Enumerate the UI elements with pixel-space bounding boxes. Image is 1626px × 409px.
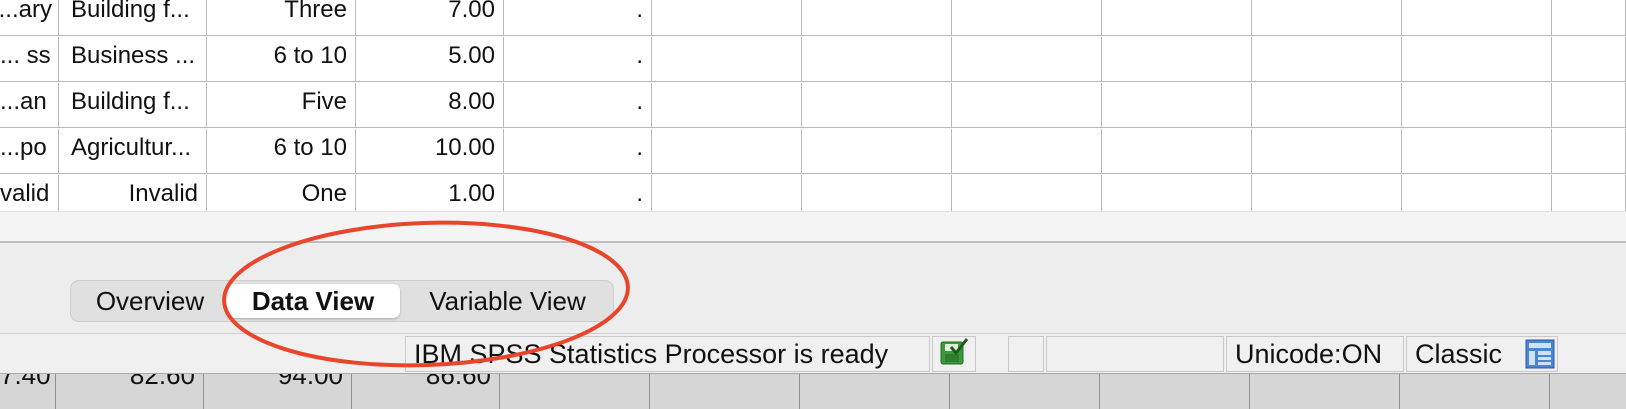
display-mode-label: Classic bbox=[1415, 339, 1503, 369]
grid-cell[interactable] bbox=[652, 37, 802, 82]
table-row[interactable]: valid Invalid One 1.00 . bbox=[0, 175, 1626, 211]
tab-overview[interactable]: Overview bbox=[79, 284, 221, 318]
pane-splitter[interactable] bbox=[0, 211, 1626, 243]
grid-cell[interactable]: Three bbox=[207, 0, 356, 36]
grid-cell[interactable] bbox=[1102, 37, 1252, 82]
grid-cell[interactable] bbox=[952, 129, 1102, 174]
grid-cell[interactable]: Building f... bbox=[59, 83, 207, 128]
summary-cell bbox=[500, 374, 650, 409]
grid-cell[interactable]: Business ... bbox=[59, 37, 207, 82]
grid-cell[interactable]: Agricultur... bbox=[59, 129, 207, 174]
summary-cell: 7.40 bbox=[0, 374, 56, 409]
summary-row: 7.40 82.60 94.00 86.60 bbox=[0, 373, 1626, 409]
grid-cell[interactable] bbox=[1252, 129, 1402, 174]
grid-cell[interactable]: Invalid bbox=[59, 175, 207, 211]
grid-layout-icon bbox=[1525, 339, 1555, 369]
table-row[interactable]: an... Building f... Five 8.00 . bbox=[0, 83, 1626, 129]
status-cell-empty bbox=[1008, 336, 1044, 372]
grid-cell[interactable] bbox=[1252, 83, 1402, 128]
grid-cell[interactable]: 8.00 bbox=[356, 83, 504, 128]
table-row[interactable]: ss ... Business ... 6 to 10 5.00 . bbox=[0, 37, 1626, 83]
grid-cell[interactable]: 5.00 bbox=[356, 37, 504, 82]
summary-cell bbox=[650, 374, 800, 409]
grid-cell[interactable]: po... bbox=[0, 129, 59, 174]
summary-cell bbox=[1250, 374, 1400, 409]
grid-cell[interactable] bbox=[802, 37, 952, 82]
grid-cell[interactable]: . bbox=[504, 129, 652, 174]
display-mode-status[interactable]: Classic bbox=[1406, 336, 1558, 372]
summary-cell bbox=[950, 374, 1100, 409]
table-row[interactable]: ary... Building f... Three 7.00 . bbox=[0, 0, 1626, 37]
grid-cell[interactable]: 7.00 bbox=[356, 0, 504, 36]
grid-cell[interactable]: . bbox=[504, 0, 652, 36]
summary-cell bbox=[800, 374, 950, 409]
grid-cell[interactable] bbox=[1402, 175, 1552, 211]
grid-cell[interactable]: 6 to 10 bbox=[207, 129, 356, 174]
grid-cell[interactable] bbox=[802, 129, 952, 174]
summary-cell: 94.00 bbox=[204, 374, 352, 409]
grid-cell[interactable] bbox=[1402, 83, 1552, 128]
status-cell-empty bbox=[1046, 336, 1224, 372]
status-bar: IBM SPSS Statistics Processor is ready U… bbox=[0, 333, 1626, 373]
tab-data-view[interactable]: Data View bbox=[226, 284, 400, 318]
grid-cell[interactable]: valid bbox=[0, 175, 59, 211]
grid-cell[interactable] bbox=[1402, 129, 1552, 174]
unicode-status: Unicode:ON bbox=[1226, 336, 1404, 372]
processor-ready-cell bbox=[932, 336, 976, 372]
grid-cell[interactable] bbox=[952, 83, 1102, 128]
processor-status-text: IBM SPSS Statistics Processor is ready bbox=[405, 336, 930, 372]
grid-cell[interactable] bbox=[1102, 83, 1252, 128]
grid-cell[interactable] bbox=[1102, 175, 1252, 211]
grid-cell[interactable] bbox=[1552, 37, 1626, 82]
grid-cell[interactable] bbox=[652, 175, 802, 211]
grid-cell[interactable] bbox=[1252, 37, 1402, 82]
grid-cell[interactable] bbox=[1102, 129, 1252, 174]
grid-cell[interactable]: . bbox=[504, 37, 652, 82]
data-grid[interactable]: ary... Building f... Three 7.00 . ss ...… bbox=[0, 0, 1626, 211]
tab-variable-view[interactable]: Variable View bbox=[405, 284, 610, 318]
table-row[interactable]: po... Agricultur... 6 to 10 10.00 . bbox=[0, 129, 1626, 175]
grid-cell[interactable] bbox=[952, 37, 1102, 82]
grid-cell[interactable]: . bbox=[504, 175, 652, 211]
grid-cell[interactable]: One bbox=[207, 175, 356, 211]
grid-cell[interactable] bbox=[802, 175, 952, 211]
grid-cell[interactable] bbox=[1252, 0, 1402, 36]
grid-cell[interactable] bbox=[802, 83, 952, 128]
grid-cell[interactable]: 1.00 bbox=[356, 175, 504, 211]
grid-cell[interactable] bbox=[952, 0, 1102, 36]
grid-cell[interactable] bbox=[652, 0, 802, 36]
grid-cell[interactable] bbox=[1402, 0, 1552, 36]
grid-cell[interactable]: an... bbox=[0, 83, 59, 128]
grid-cell[interactable]: 10.00 bbox=[356, 129, 504, 174]
grid-cell[interactable] bbox=[1102, 0, 1252, 36]
summary-cell: 86.60 bbox=[352, 374, 500, 409]
summary-cell bbox=[1400, 374, 1550, 409]
view-tab-bar: Overview Data View Variable View bbox=[70, 280, 614, 322]
grid-cell[interactable] bbox=[802, 0, 952, 36]
grid-cell[interactable] bbox=[1252, 175, 1402, 211]
summary-cell bbox=[1100, 374, 1250, 409]
grid-cell[interactable] bbox=[1402, 37, 1552, 82]
disk-check-icon bbox=[940, 338, 969, 365]
grid-cell[interactable]: Building f... bbox=[59, 0, 207, 36]
grid-cell[interactable] bbox=[1552, 83, 1626, 128]
summary-cell: 82.60 bbox=[56, 374, 204, 409]
grid-cell[interactable] bbox=[952, 175, 1102, 211]
grid-cell[interactable]: . bbox=[504, 83, 652, 128]
grid-cell[interactable]: ary... bbox=[0, 0, 59, 36]
grid-cell[interactable] bbox=[1552, 175, 1626, 211]
grid-cell[interactable] bbox=[1552, 129, 1626, 174]
grid-cell[interactable]: ss ... bbox=[0, 37, 59, 82]
grid-cell[interactable] bbox=[652, 83, 802, 128]
grid-cell[interactable] bbox=[1552, 0, 1626, 36]
grid-cell[interactable]: Five bbox=[207, 83, 356, 128]
grid-cell[interactable] bbox=[652, 129, 802, 174]
grid-cell[interactable]: 6 to 10 bbox=[207, 37, 356, 82]
